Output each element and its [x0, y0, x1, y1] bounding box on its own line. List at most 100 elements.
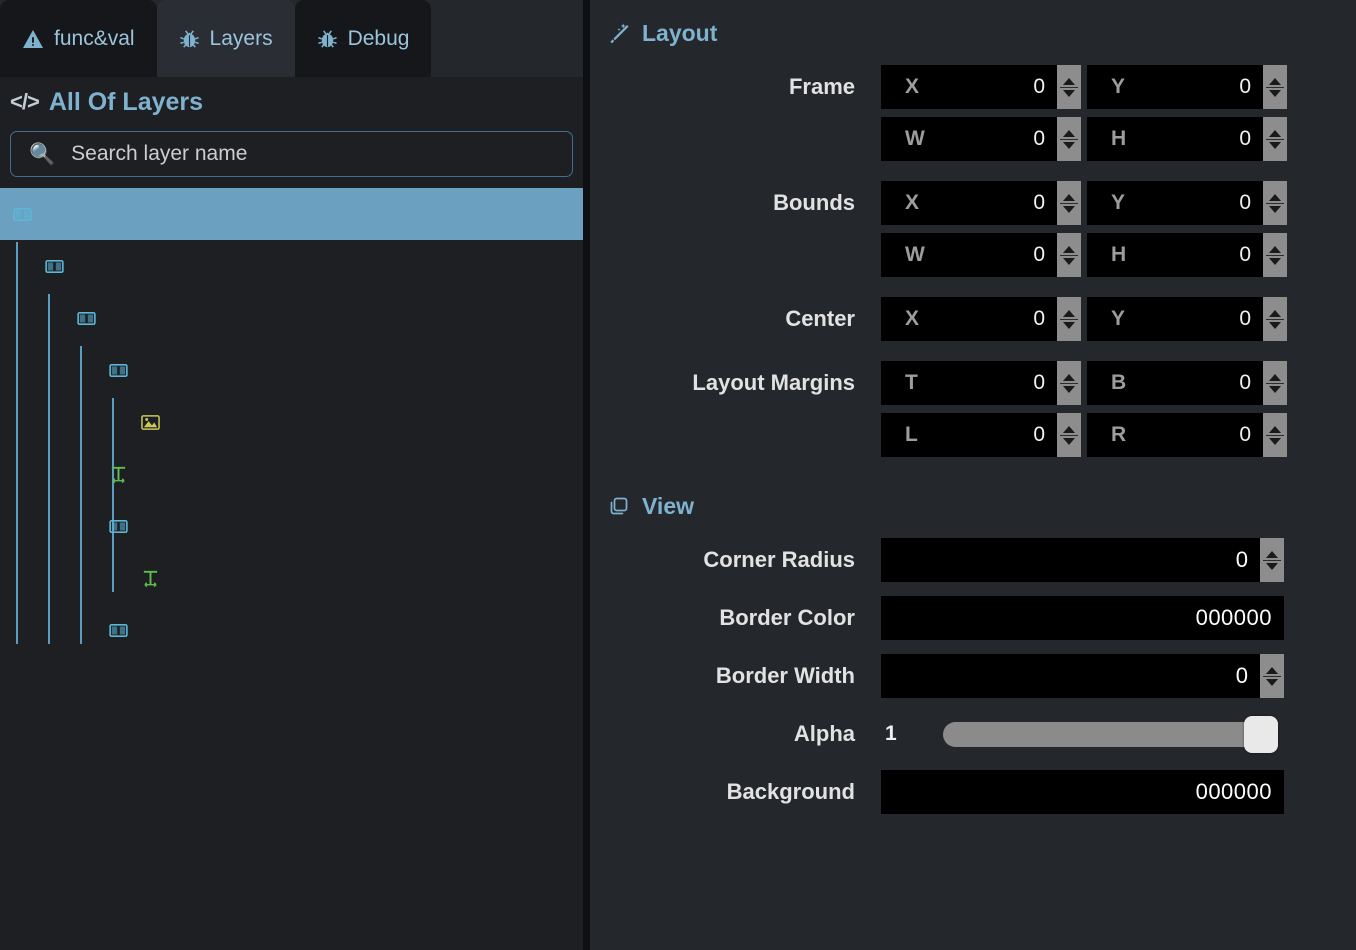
numeric-field[interactable]: W0: [881, 233, 1081, 277]
stepper-down-icon[interactable]: [1063, 258, 1075, 265]
stepper-control[interactable]: [1057, 117, 1081, 161]
layer-tree-row[interactable]: [0, 292, 583, 344]
stepper-up-icon[interactable]: [1269, 426, 1281, 433]
stepper-control[interactable]: [1057, 181, 1081, 225]
alpha-slider-thumb[interactable]: [1244, 716, 1278, 753]
layer-tree-row[interactable]: [0, 188, 583, 240]
field-value[interactable]: 0: [919, 307, 1057, 331]
numeric-field[interactable]: T0: [881, 361, 1081, 405]
stepper-control[interactable]: [1057, 361, 1081, 405]
stepper-up-icon[interactable]: [1269, 130, 1281, 137]
stepper-up-icon[interactable]: [1269, 194, 1281, 201]
search-box[interactable]: 🔍: [10, 131, 573, 177]
stepper-up-icon[interactable]: [1269, 374, 1281, 381]
stepper-down-icon[interactable]: [1269, 322, 1281, 329]
layer-tree-row[interactable]: [0, 344, 583, 396]
stepper-down-icon[interactable]: [1063, 142, 1075, 149]
color-hex-field[interactable]: 000000: [881, 596, 1284, 640]
stepper-up-icon[interactable]: [1269, 246, 1281, 253]
stepper-control[interactable]: [1057, 65, 1081, 109]
stepper-up-icon[interactable]: [1063, 374, 1075, 381]
stepper-up-icon[interactable]: [1063, 78, 1075, 85]
stepper-up-icon[interactable]: [1063, 426, 1075, 433]
numeric-field[interactable]: W0: [881, 117, 1081, 161]
numeric-field[interactable]: H0: [1087, 117, 1287, 161]
field-value[interactable]: 0: [1125, 191, 1263, 215]
field-value[interactable]: 0: [1126, 423, 1263, 447]
numeric-field[interactable]: B0: [1087, 361, 1287, 405]
numeric-field[interactable]: L0: [881, 413, 1081, 457]
numeric-field[interactable]: 0: [881, 538, 1284, 582]
stepper-down-icon[interactable]: [1269, 142, 1281, 149]
color-hex-field[interactable]: 000000: [881, 770, 1284, 814]
stepper-control[interactable]: [1057, 297, 1081, 341]
stepper-control[interactable]: [1057, 413, 1081, 457]
numeric-field[interactable]: X0: [881, 65, 1081, 109]
numeric-field[interactable]: X0: [881, 297, 1081, 341]
stepper-control[interactable]: [1263, 65, 1287, 109]
field-value[interactable]: 0: [1126, 243, 1263, 267]
stepper-control[interactable]: [1057, 233, 1081, 277]
stepper-down-icon[interactable]: [1269, 258, 1281, 265]
stepper-control[interactable]: [1260, 538, 1284, 582]
stepper-down-icon[interactable]: [1063, 438, 1075, 445]
numeric-field[interactable]: H0: [1087, 233, 1287, 277]
field-value[interactable]: 0: [1125, 75, 1263, 99]
stepper-down-icon[interactable]: [1266, 679, 1278, 686]
field-value[interactable]: 0: [919, 75, 1057, 99]
numeric-field[interactable]: Y0: [1087, 65, 1287, 109]
stepper-down-icon[interactable]: [1269, 386, 1281, 393]
field-value[interactable]: 0: [1126, 127, 1263, 151]
field-value[interactable]: 0: [881, 547, 1260, 573]
layer-tree-row[interactable]: [0, 604, 583, 656]
search-input[interactable]: [71, 142, 511, 166]
layer-tree-row[interactable]: [0, 448, 583, 500]
tab-layers[interactable]: Layers: [157, 0, 295, 77]
stepper-up-icon[interactable]: [1063, 194, 1075, 201]
stepper-down-icon[interactable]: [1269, 438, 1281, 445]
alpha-slider[interactable]: [943, 722, 1273, 747]
stepper-down-icon[interactable]: [1063, 90, 1075, 97]
stepper-control[interactable]: [1260, 654, 1284, 698]
field-value[interactable]: 0: [925, 243, 1057, 267]
stepper-up-icon[interactable]: [1063, 310, 1075, 317]
field-value[interactable]: 0: [1126, 371, 1263, 395]
stepper-up-icon[interactable]: [1266, 551, 1278, 558]
stepper-down-icon[interactable]: [1269, 90, 1281, 97]
stepper-up-icon[interactable]: [1063, 246, 1075, 253]
stepper-down-icon[interactable]: [1266, 563, 1278, 570]
stepper-up-icon[interactable]: [1063, 130, 1075, 137]
stepper-control[interactable]: [1263, 297, 1287, 341]
stepper-down-icon[interactable]: [1063, 386, 1075, 393]
layer-tree-row[interactable]: [0, 396, 583, 448]
stepper-control[interactable]: [1263, 117, 1287, 161]
stepper-control[interactable]: [1263, 413, 1287, 457]
tab-funcval[interactable]: func&val: [0, 0, 157, 77]
numeric-field[interactable]: X0: [881, 181, 1081, 225]
field-value[interactable]: 0: [881, 663, 1260, 689]
numeric-field[interactable]: Y0: [1087, 181, 1287, 225]
tab-debug[interactable]: Debug: [295, 0, 432, 77]
stepper-control[interactable]: [1263, 233, 1287, 277]
field-value[interactable]: 0: [919, 191, 1057, 215]
field-value[interactable]: 0: [918, 371, 1057, 395]
stepper-up-icon[interactable]: [1269, 310, 1281, 317]
layer-tree-row[interactable]: [0, 552, 583, 604]
field-value[interactable]: 0: [1125, 307, 1263, 331]
layer-tree-row[interactable]: [0, 500, 583, 552]
field-value[interactable]: 000000: [881, 605, 1284, 631]
stepper-down-icon[interactable]: [1063, 322, 1075, 329]
panel-splitter[interactable]: [583, 0, 590, 950]
stepper-control[interactable]: [1263, 361, 1287, 405]
numeric-field[interactable]: R0: [1087, 413, 1287, 457]
numeric-field[interactable]: Y0: [1087, 297, 1287, 341]
field-value[interactable]: 000000: [881, 779, 1284, 805]
layer-tree-row[interactable]: [0, 240, 583, 292]
numeric-field[interactable]: 0: [881, 654, 1284, 698]
stepper-down-icon[interactable]: [1269, 206, 1281, 213]
field-value[interactable]: 0: [925, 127, 1057, 151]
stepper-down-icon[interactable]: [1063, 206, 1075, 213]
stepper-up-icon[interactable]: [1269, 78, 1281, 85]
stepper-up-icon[interactable]: [1266, 667, 1278, 674]
field-value[interactable]: 0: [918, 423, 1057, 447]
